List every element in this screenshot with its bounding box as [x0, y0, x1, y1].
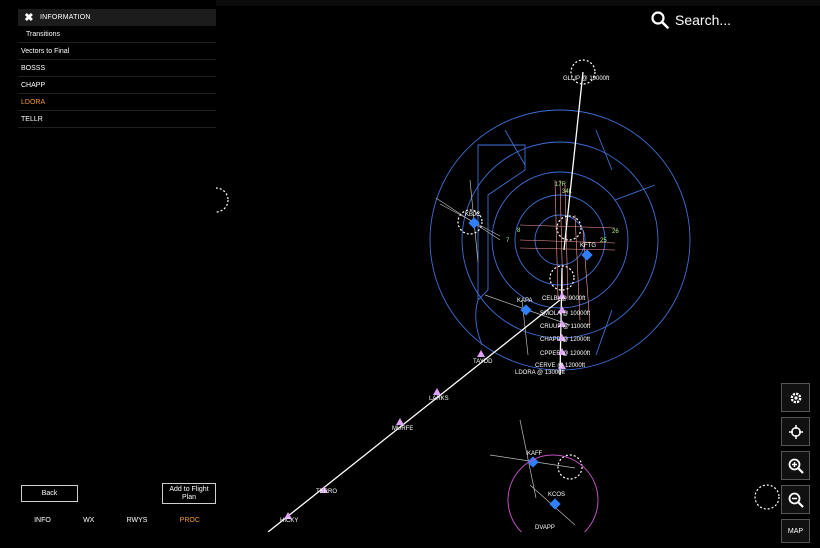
left-edge	[0, 0, 18, 532]
zoom-in-icon	[788, 458, 804, 474]
class-b-airspace	[429, 109, 691, 371]
svg-text:17R: 17R	[555, 182, 567, 188]
panel-tabs: INFO WX RWYS PROC	[18, 517, 216, 524]
svg-text:26: 26	[612, 229, 619, 235]
svg-text:DVAPP: DVAPP	[535, 525, 555, 531]
svg-text:34L: 34L	[562, 189, 573, 195]
svg-text:TAYDD: TAYDD	[473, 359, 493, 365]
tab-rwys[interactable]: RWYS	[127, 517, 148, 524]
svg-text:KBJC: KBJC	[465, 212, 481, 218]
add-to-flight-plan-button[interactable]: Add to Flight Plan	[162, 483, 216, 504]
svg-text:CERVE @ 12000ft: CERVE @ 12000ft	[535, 363, 585, 369]
svg-text:CELBI @ 9000ft: CELBI @ 9000ft	[542, 296, 586, 302]
procedure-item-vectors-to-final[interactable]: Vectors to Final	[18, 43, 216, 60]
svg-text:7: 7	[506, 238, 510, 244]
top-edge	[216, 0, 820, 6]
settings-button[interactable]	[781, 383, 810, 412]
procedure-panel: ✖ INFORMATION Transitions Vectors to Fina…	[18, 9, 216, 532]
center-location-button[interactable]	[781, 417, 810, 446]
panel-title: INFORMATION	[40, 14, 91, 21]
close-icon[interactable]: ✖	[18, 11, 40, 24]
svg-text:LDORA @ 13000ft: LDORA @ 13000ft	[515, 370, 565, 376]
svg-text:KFTG: KFTG	[580, 243, 596, 249]
svg-text:CHAPP @ 12000ft: CHAPP @ 12000ft	[540, 337, 590, 343]
svg-text:KCOS: KCOS	[548, 492, 565, 498]
svg-text:GLLIP @ 19000ft: GLLIP @ 19000ft	[563, 76, 610, 82]
crosshair-icon	[788, 424, 803, 439]
map-layer-button[interactable]: MAP	[781, 519, 810, 543]
procedure-item-ldora[interactable]: LDORA	[18, 94, 216, 111]
search-label: Search...	[675, 12, 732, 28]
svg-text:TERRO: TERRO	[316, 489, 337, 495]
tab-proc[interactable]: PROC	[180, 517, 200, 524]
svg-text:LARKS: LARKS	[429, 396, 449, 402]
zoom-out-button[interactable]	[781, 485, 810, 514]
procedure-item-tellr[interactable]: TELLR	[18, 111, 216, 128]
svg-text:MURFE: MURFE	[392, 426, 413, 432]
zoom-in-button[interactable]	[781, 451, 810, 480]
panel-header: ✖ INFORMATION	[18, 9, 216, 26]
svg-text:KAFF: KAFF	[527, 451, 543, 457]
gear-icon	[790, 392, 801, 403]
procedure-item-chapp[interactable]: CHAPP	[18, 77, 216, 94]
tab-info[interactable]: INFO	[34, 517, 51, 524]
map-toolbar: MAP	[781, 383, 810, 548]
procedure-item-bosss[interactable]: BOSSS	[18, 60, 216, 77]
map-labels: GLLIP @ 19000ft KBJC KFTG KAPA KAFF KCOS…	[280, 76, 610, 531]
svg-text:25: 25	[600, 238, 607, 244]
back-button[interactable]: Back	[21, 485, 78, 502]
zoom-out-icon	[788, 492, 804, 508]
procedure-item-transitions[interactable]: Transitions	[18, 26, 216, 43]
svg-text:KAPA: KAPA	[517, 298, 533, 304]
search-button[interactable]: Search...	[651, 11, 731, 29]
runway-numbers: 17R 26 25 8 7 34L	[506, 182, 619, 244]
svg-text:CPPER @ 12000ft: CPPER @ 12000ft	[540, 351, 590, 357]
tab-wx[interactable]: WX	[83, 517, 94, 524]
svg-text:CRUUP @ 11000ft: CRUUP @ 11000ft	[540, 324, 591, 330]
svg-text:8: 8	[517, 228, 521, 234]
navaid-markers[interactable]	[203, 59, 780, 510]
search-icon	[651, 11, 669, 29]
procedure-list: Transitions Vectors to Final BOSSS CHAPP LDO…	[18, 26, 216, 128]
svg-text:HICKY: HICKY	[280, 518, 298, 524]
svg-text:SMOLA @ 10000ft: SMOLA @ 10000ft	[540, 311, 590, 317]
